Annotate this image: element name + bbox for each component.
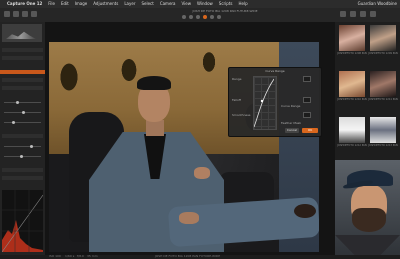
subject-hand [194,167,210,179]
slider-knob[interactable] [16,101,19,104]
thumbnail-caption: JOSHDEFOTO 1209 PAN [368,52,398,55]
slider-knob[interactable] [30,145,33,148]
thumbnail-image [339,25,365,51]
layers-icon[interactable] [31,11,37,17]
subject-shoe [294,204,316,218]
thumbnail-image [370,25,396,51]
capture-icon[interactable] [13,11,19,17]
presenter-beard [352,208,386,232]
menu-bar: Capture One 12 File Edit Image Adjustmen… [0,0,400,8]
menu-image[interactable]: Image [75,0,88,8]
thumbnail-caption: JOSHDEFOTO 1210 PAN [337,98,367,101]
menu-camera[interactable]: Camera [160,0,176,8]
curve-histogram[interactable] [1,190,44,253]
slider-knob[interactable] [22,111,25,114]
falloff-value-field[interactable] [303,97,311,103]
slider-knob[interactable] [20,155,23,158]
crop-tool-icon[interactable] [196,15,200,19]
adjust-icon[interactable] [22,11,28,17]
ok-button[interactable]: OK [302,128,318,133]
presenter-webcam [335,160,400,255]
tool-row[interactable] [2,48,43,52]
thumbnail-image [370,71,396,97]
tool-row[interactable] [2,168,43,172]
browser-thumbnail[interactable]: JOSHDEFOTO 1211 PAN [368,70,398,104]
left-tool-panel [0,22,45,255]
thumbnail-caption: JOSHDEFOTO 1212 PAN [337,144,367,147]
menu-scripts[interactable]: Scripts [219,0,233,8]
subject-neck [146,120,164,136]
subject-hair [137,76,171,90]
browser-thumbnail[interactable]: JOSHDEFOTO 1213 PAN [368,116,398,150]
browser-thumbnail[interactable]: JOSHDEFOTO 1209 PAN [368,24,398,58]
smoothness-label: Smoothness [232,113,251,117]
zoom-tool-icon[interactable] [189,15,193,19]
thumbnail-image [370,117,396,143]
grid-view-icon[interactable] [340,11,346,17]
menu-help[interactable]: Help [238,0,247,8]
thumbnail-image [339,71,365,97]
pan-tool-icon[interactable] [182,15,186,19]
subject-hand [179,212,199,224]
range-curve-line[interactable] [254,77,274,127]
browser-thumbnail[interactable]: JOSHDEFOTO 1212 PAN [337,116,367,150]
menu-adjustments[interactable]: Adjustments [93,0,118,8]
thumbnail-image [339,117,365,143]
curve-range-dialog: Curve Range Range Falloff Curve Range Sm… [228,67,322,137]
menu-layer[interactable]: Layer [124,0,135,8]
thumbnail-caption: JOSHDEFOTO 1208 PAN [337,52,367,55]
toolbar: JOSH DE FOTO BIA 1208 PAN FUTURE-WIDE [0,8,400,23]
menu-window[interactable]: Window [197,0,213,8]
thumbnail-caption: JOSHDEFOTO 1213 PAN [368,144,398,147]
navigator-thumbnail[interactable] [2,24,42,42]
export-icon[interactable] [360,11,366,17]
falloff-label: Falloff [232,98,241,102]
menu-edit[interactable]: Edit [61,0,69,8]
tool-row[interactable] [2,56,43,60]
range-label: Range [232,77,242,81]
cursor-tools [182,15,224,19]
slider-track[interactable] [4,146,41,147]
slider-track[interactable] [4,102,41,103]
tool-row[interactable] [2,176,43,180]
menubar-status: Guardian Woodbine [353,0,397,8]
slider-track[interactable] [4,122,41,123]
settings-icon[interactable] [370,11,376,17]
dialog-title: Curve Range [265,69,285,73]
browser-thumbnail[interactable]: JOSHDEFOTO 1208 PAN [337,24,367,58]
range-value-field[interactable] [303,76,311,82]
cancel-button[interactable]: Cancel [285,128,299,133]
picker-tool-icon[interactable] [217,15,221,19]
menu-select[interactable]: Select [141,0,153,8]
tool-row[interactable] [2,134,43,138]
document-title: JOSH DE FOTO BIA 1208 PAN FUTURE-WIDE [192,9,258,13]
slider-knob[interactable] [12,121,15,124]
menu-app[interactable]: Capture One 12 [7,0,42,8]
thumbnail-caption: JOSHDEFOTO 1211 PAN [368,98,398,101]
browser-thumbnail[interactable]: JOSHDEFOTO 1210 PAN [337,70,367,104]
menu-file[interactable]: File [48,0,55,8]
active-tool-header[interactable] [0,70,45,74]
eraser-tool-icon[interactable] [210,15,214,19]
menu-view[interactable]: View [182,0,192,8]
image-viewer[interactable]: Curve Range Range Falloff Curve Range Sm… [45,22,335,258]
compare-icon[interactable] [350,11,356,17]
curve-range-label: Curve Range [281,104,301,108]
library-icon[interactable] [4,11,10,17]
histogram-graph [1,190,44,253]
brush-tool-icon[interactable] [203,15,207,19]
tool-row[interactable] [2,78,43,82]
feather-mask-label: Feather Mask [281,121,302,125]
smoothness-value-field[interactable] [303,112,311,118]
tool-row[interactable] [2,86,43,90]
status-user: Guardian Woodbine [357,1,397,6]
